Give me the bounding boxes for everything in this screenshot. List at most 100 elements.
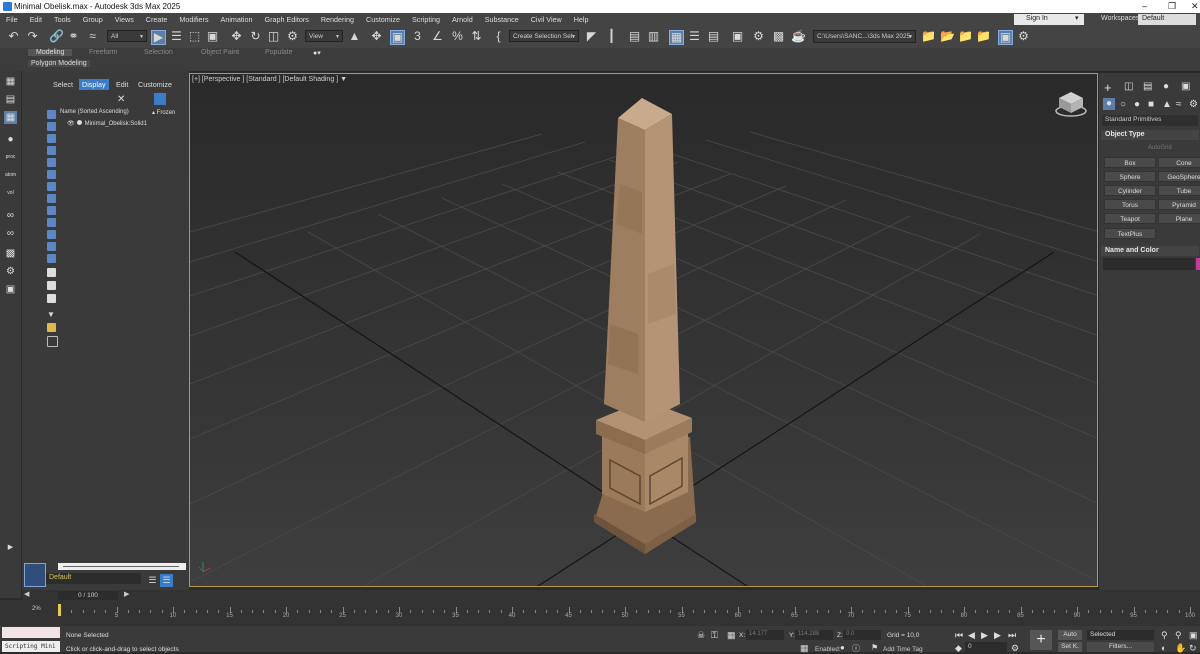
rect-select-icon[interactable]: ⬚: [188, 30, 201, 43]
window-crossing-icon[interactable]: ▣: [206, 30, 219, 43]
shapes-category-icon[interactable]: ○: [1120, 99, 1126, 110]
render-icon[interactable]: ▣: [4, 283, 17, 296]
tube-button[interactable]: Tube: [1158, 185, 1200, 196]
cameras-category-icon[interactable]: ■: [1148, 99, 1154, 110]
motion-icon[interactable]: ●: [4, 133, 17, 146]
scrollbar-thumb[interactable]: [63, 566, 179, 567]
motion-panel-icon[interactable]: ●: [1163, 81, 1169, 92]
tab-customize[interactable]: Customize: [135, 79, 175, 90]
object-color-swatch[interactable]: [1196, 258, 1200, 270]
category-dropdown[interactable]: Standard Primitives: [1102, 115, 1198, 126]
edit-named-selection-icon[interactable]: {: [492, 30, 505, 43]
play-icon[interactable]: ▶: [981, 630, 988, 641]
toggle-layer-explorer-icon[interactable]: ▥: [647, 30, 660, 43]
select-manipulate-icon[interactable]: ⚙: [286, 30, 299, 43]
tab-selection[interactable]: Selection: [144, 49, 173, 56]
time-slider[interactable]: 0 / 100: [58, 591, 118, 600]
polygon-modeling-label[interactable]: Polygon Modeling: [28, 60, 90, 67]
viewcube-icon[interactable]: [1054, 90, 1088, 118]
teapot-button[interactable]: Teapot: [1104, 213, 1156, 224]
info-icon[interactable]: ⓘ: [852, 643, 860, 654]
lights-category-icon[interactable]: ●: [1134, 99, 1140, 110]
percent-snap-icon[interactable]: %: [451, 30, 464, 43]
frame-ruler[interactable]: 5 10 15 20 25 30 35 40 45 50 55 60 65 70 75 80 85 90 95 100: [60, 604, 1195, 622]
render-production-icon[interactable]: ☕: [791, 30, 806, 43]
perspective-viewport[interactable]: [189, 73, 1098, 587]
reference-coordinate-dropdown[interactable]: View ▼: [305, 30, 343, 42]
menu-help[interactable]: Help: [574, 15, 589, 24]
filter-cameras-icon[interactable]: [47, 146, 56, 155]
key-mode-icon[interactable]: ◆: [955, 643, 962, 654]
go-to-end-icon[interactable]: ⏭: [1008, 630, 1016, 641]
display-icon[interactable]: ▩: [4, 247, 17, 260]
horizontal-scrollbar[interactable]: [58, 563, 186, 570]
mirror-icon[interactable]: ◤: [585, 30, 598, 43]
highlight-icon[interactable]: [47, 323, 56, 332]
menu-file[interactable]: File: [6, 15, 18, 24]
modify-panel-icon[interactable]: ◫: [1124, 81, 1133, 92]
tab-modeling[interactable]: Modeling: [28, 49, 73, 56]
zoom-icon[interactable]: ⚲: [1161, 630, 1168, 641]
tab-populate[interactable]: Populate: [265, 49, 293, 56]
slider-prev-icon[interactable]: ◀: [24, 590, 29, 598]
go-to-start-icon[interactable]: ⏮: [955, 630, 963, 641]
menu-scripting[interactable]: Scripting: [412, 15, 440, 24]
menu-create[interactable]: Create: [146, 15, 168, 24]
object-type-rollout[interactable]: Object Type: [1101, 130, 1199, 140]
link-icon[interactable]: 🔗: [49, 30, 64, 43]
helpers-category-icon[interactable]: ▲: [1162, 99, 1172, 110]
filter-xrefs-icon[interactable]: [47, 194, 56, 203]
snaps-toggle-icon[interactable]: 3: [411, 30, 424, 43]
slider-next-icon[interactable]: ▶: [124, 590, 129, 598]
restore-button[interactable]: ❐: [1168, 1, 1176, 12]
minimize-button[interactable]: –: [1142, 1, 1147, 11]
display-panel-icon[interactable]: ▣: [1181, 81, 1190, 92]
autodesk-connect-icon[interactable]: ⚙: [1017, 30, 1030, 43]
box-button[interactable]: Box: [1104, 157, 1156, 168]
cylinder-button[interactable]: Cylinder: [1104, 185, 1156, 196]
filter-hidden-icon[interactable]: [47, 242, 56, 251]
filter-bones-icon[interactable]: [47, 206, 56, 215]
unlink-icon[interactable]: ⚭: [67, 30, 80, 43]
space-warps-category-icon[interactable]: ≈: [1176, 99, 1182, 110]
spinner-snap-icon[interactable]: ⇅: [470, 30, 483, 43]
filter-geometry-icon[interactable]: [47, 110, 56, 119]
enabled-toggle-icon[interactable]: ●: [840, 643, 845, 652]
menu-customize[interactable]: Customize: [366, 15, 400, 24]
menu-group[interactable]: Group: [83, 15, 103, 24]
z-coord-field[interactable]: 0.0: [843, 630, 881, 640]
curve-editor-icon[interactable]: ☰: [688, 30, 701, 43]
menu-views[interactable]: Views: [115, 15, 134, 24]
absolute-mode-icon[interactable]: ▦: [727, 630, 736, 641]
tab-object-paint[interactable]: Object Paint: [201, 49, 239, 56]
key-filter-dropdown[interactable]: Selected: [1087, 630, 1154, 640]
align-icon[interactable]: ┃: [605, 30, 618, 43]
geosphere-button[interactable]: GeoSphere: [1158, 171, 1200, 182]
schematic-view-icon[interactable]: ▤: [707, 30, 720, 43]
workspace-dropdown[interactable]: Default: [1138, 14, 1196, 25]
ribbon-options-icon[interactable]: ●▾: [313, 49, 321, 57]
plane-button[interactable]: Plane: [1158, 213, 1200, 224]
adaptive-degradation-icon[interactable]: ▦: [800, 643, 809, 654]
select-all-icon[interactable]: [47, 294, 56, 303]
layers-icon[interactable]: ☰: [146, 574, 159, 587]
expand-icon[interactable]: ▶: [4, 541, 17, 554]
filter-space-warps-icon[interactable]: [47, 170, 56, 179]
render-setup-icon[interactable]: ⚙: [752, 30, 765, 43]
set-project-folder-icon[interactable]: 📁: [921, 30, 936, 43]
current-frame-marker[interactable]: [58, 604, 61, 616]
filter-invert-icon[interactable]: [47, 281, 56, 290]
menu-modifiers[interactable]: Modifiers: [179, 15, 208, 24]
pan-icon[interactable]: ✋: [1175, 643, 1186, 654]
unlink-icon[interactable]: ∞: [4, 227, 17, 240]
filter-groups-icon[interactable]: [47, 182, 56, 191]
filter-lights-icon[interactable]: [47, 134, 56, 143]
sign-in-dropdown[interactable]: Sign In ▾: [1014, 14, 1084, 25]
pivot-center-icon[interactable]: ▲: [348, 30, 361, 43]
viewport-filter-icon[interactable]: ▼: [340, 76, 347, 83]
set-key-big-icon[interactable]: +: [1030, 630, 1052, 650]
y-coord-field[interactable]: 114.288: [795, 630, 833, 640]
toggle-scene-explorer-icon[interactable]: ▤: [628, 30, 641, 43]
sphere-button[interactable]: Sphere: [1104, 171, 1156, 182]
selection-lock-icon[interactable]: ⚿: [711, 630, 718, 641]
